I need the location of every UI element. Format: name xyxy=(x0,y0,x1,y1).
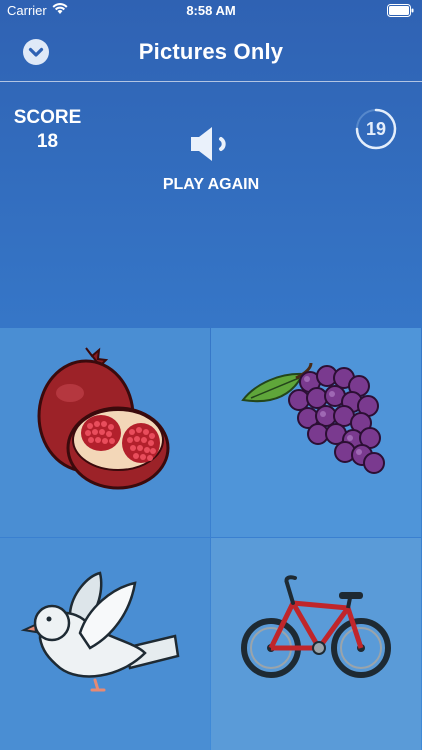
battery-icon xyxy=(387,4,414,17)
answer-tile-dove[interactable] xyxy=(0,538,210,750)
clock: 8:58 AM xyxy=(186,3,236,18)
score-value: 18 xyxy=(36,131,59,152)
speaker-icon xyxy=(191,127,226,161)
bicycle-icon xyxy=(241,575,391,678)
pomegranate-icon xyxy=(37,347,170,490)
page-title: Pictures Only xyxy=(138,39,284,64)
status-bar: Carrier 8:58 AM xyxy=(0,0,422,22)
grapes-icon xyxy=(241,362,385,474)
score-label: SCORE xyxy=(13,107,82,128)
answer-tile-grapes[interactable] xyxy=(211,328,421,537)
answer-tile-pomegranate[interactable] xyxy=(0,328,210,537)
play-again-button[interactable]: PLAY AGAIN xyxy=(0,176,422,194)
answer-tile-bicycle[interactable] xyxy=(211,538,421,750)
timer-value: 19 xyxy=(365,119,387,139)
navigation-bar: Pictures Only xyxy=(0,22,422,81)
speaker-button[interactable] xyxy=(188,124,234,164)
header-divider xyxy=(0,81,422,82)
dove-icon xyxy=(20,571,180,692)
